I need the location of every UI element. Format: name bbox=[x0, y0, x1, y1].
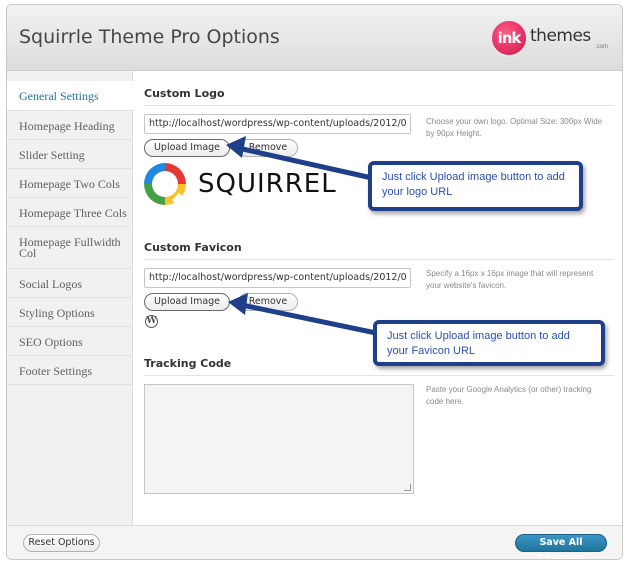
section-title-custom-logo: Custom Logo bbox=[144, 87, 225, 100]
sidebar-item-homepage-two-cols[interactable]: Homepage Two Cols bbox=[7, 169, 133, 198]
logo-suffix: .com bbox=[594, 44, 608, 50]
divider bbox=[144, 375, 614, 376]
sidebar-item-homepage-fullwidth-col[interactable]: Homepage Fullwidth Col bbox=[7, 227, 133, 269]
sidebar-item-label: Homepage Two Cols bbox=[19, 177, 120, 191]
logo-preview-text: SQUIRREL bbox=[198, 169, 337, 199]
divider bbox=[144, 105, 614, 106]
favicon-help-text: Specify a 16px x 16px image that will re… bbox=[426, 269, 594, 290]
logo-preview: SQUIRREL bbox=[144, 161, 344, 211]
logo-word: themes bbox=[530, 26, 591, 46]
reset-options-button[interactable]: Reset Options bbox=[23, 534, 100, 552]
divider bbox=[144, 259, 614, 260]
sidebar-item-label: Slider Setting bbox=[19, 148, 85, 162]
callout-logo: Just click Upload image button to add yo… bbox=[368, 161, 583, 211]
tracking-help-text: Paste your Google Analytics (or other) t… bbox=[426, 385, 592, 406]
callout-favicon: Just click Upload image button to add yo… bbox=[373, 320, 605, 366]
section-title-tracking-code: Tracking Code bbox=[144, 357, 232, 370]
sidebar-item-social-logos[interactable]: Social Logos bbox=[7, 269, 133, 298]
footer-bar: Reset Options Save All Changes bbox=[7, 525, 622, 559]
options-panel: Squirrle Theme Pro Options ink themes .c… bbox=[6, 4, 623, 560]
resize-grip-icon[interactable] bbox=[404, 484, 411, 491]
sidebar-item-label: Styling Options bbox=[19, 306, 95, 320]
favicon-url-input[interactable]: http://localhost/wordpress/wp-content/up… bbox=[144, 268, 411, 288]
sidebar-item-label: Footer Settings bbox=[19, 364, 93, 378]
sidebar-item-general-settings[interactable]: General Settings bbox=[7, 81, 134, 111]
header: Squirrle Theme Pro Options ink themes .c… bbox=[7, 5, 622, 71]
tracking-code-textarea[interactable] bbox=[144, 384, 414, 494]
sidebar-item-label: General Settings bbox=[19, 89, 99, 103]
sidebar-item-homepage-heading[interactable]: Homepage Heading bbox=[7, 111, 133, 140]
sidebar-item-styling-options[interactable]: Styling Options bbox=[7, 298, 133, 327]
sidebar-item-label: Homepage Fullwidth Col bbox=[19, 235, 121, 260]
sidebar-item-label: Homepage Heading bbox=[19, 119, 115, 133]
wordpress-favicon-icon: W bbox=[145, 315, 158, 328]
favicon-remove-button[interactable]: Remove bbox=[238, 293, 298, 311]
sidebar: General Settings Homepage Heading Slider… bbox=[7, 71, 134, 525]
sidebar-item-label: SEO Options bbox=[19, 335, 83, 349]
logo-upload-button[interactable]: Upload Image bbox=[144, 139, 230, 157]
logo-help-text: Choose your own logo. Optimal Size: 300p… bbox=[426, 117, 603, 138]
section-title-custom-favicon: Custom Favicon bbox=[144, 241, 242, 254]
save-all-changes-button[interactable]: Save All Changes bbox=[515, 534, 607, 559]
page-title: Squirrle Theme Pro Options bbox=[19, 26, 280, 48]
sidebar-item-homepage-three-cols[interactable]: Homepage Three Cols bbox=[7, 198, 133, 227]
inkthemes-logo: ink themes .com bbox=[490, 19, 608, 57]
logo-badge: ink bbox=[490, 19, 528, 57]
sidebar-item-footer-settings[interactable]: Footer Settings bbox=[7, 356, 133, 385]
sidebar-item-label: Homepage Three Cols bbox=[19, 206, 127, 220]
logo-remove-button[interactable]: Remove bbox=[238, 139, 298, 157]
main-content: Custom Logo http://localhost/wordpress/w… bbox=[134, 71, 622, 525]
sidebar-item-seo-options[interactable]: SEO Options bbox=[7, 327, 133, 356]
sidebar-item-label: Social Logos bbox=[19, 277, 82, 291]
logo-url-input[interactable]: http://localhost/wordpress/wp-content/up… bbox=[144, 114, 411, 134]
favicon-upload-button[interactable]: Upload Image bbox=[144, 293, 230, 311]
sidebar-item-slider-setting[interactable]: Slider Setting bbox=[7, 140, 133, 169]
